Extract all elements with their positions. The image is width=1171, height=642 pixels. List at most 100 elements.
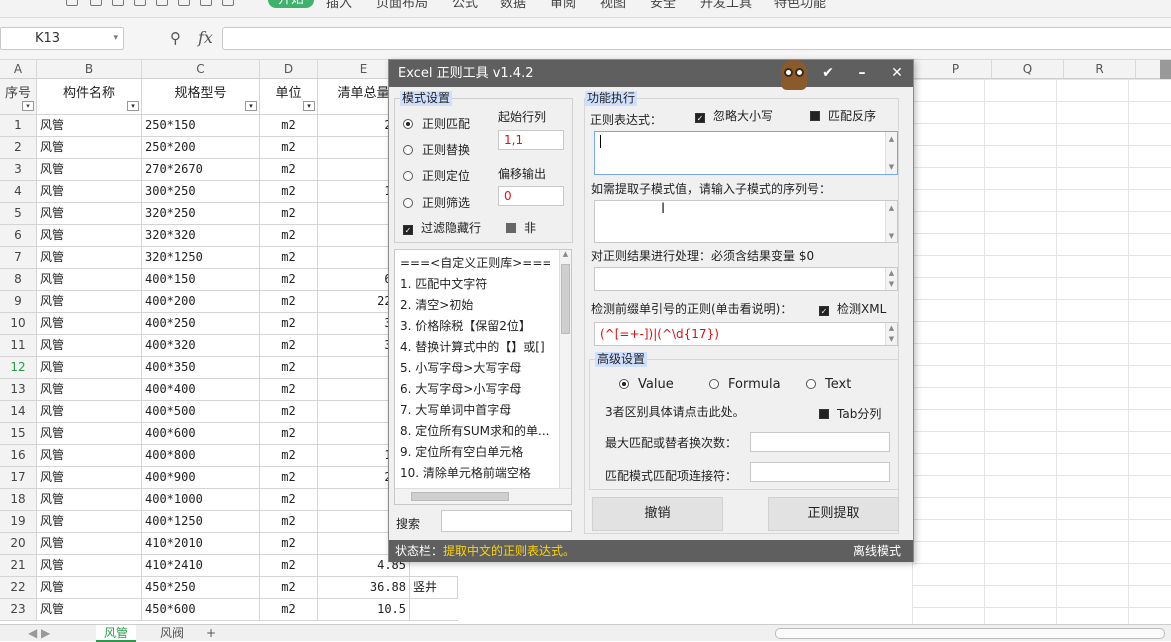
cell-unit[interactable]: m2 — [260, 335, 318, 357]
cell-spec[interactable]: 320*320 — [142, 225, 260, 247]
list-item[interactable]: 6. 大写字母>小写字母 — [400, 380, 550, 397]
more-icon[interactable] — [222, 0, 234, 6]
table-row[interactable]: 22 风管 450*250 m2 36.88 竖井 — [0, 577, 460, 599]
row-number[interactable]: 22 — [0, 577, 37, 599]
filter-icon[interactable]: ▾ — [22, 101, 34, 111]
cell-name[interactable]: 风管 — [37, 291, 142, 313]
cell-spec[interactable]: 410*2010 — [142, 533, 260, 555]
col-header-p[interactable]: P — [920, 60, 992, 79]
cell-spec[interactable]: 400*200 — [142, 291, 260, 313]
cell-name[interactable]: 风管 — [37, 467, 142, 489]
submatch-input[interactable]: ▲ ▼ — [594, 200, 898, 243]
cell-unit[interactable]: m2 — [260, 577, 318, 599]
cell-unit[interactable]: m2 — [260, 511, 318, 533]
cell-unit[interactable]: m2 — [260, 489, 318, 511]
cell-name[interactable]: 风管 — [37, 115, 142, 137]
cell-unit[interactable]: m2 — [260, 357, 318, 379]
regex-input[interactable]: ▲ ▼ — [594, 131, 898, 175]
prefix-input[interactable]: (^[=+-])|(^\d{17}) ▲ ▼ — [594, 322, 898, 346]
cell-name[interactable]: 风管 — [37, 357, 142, 379]
cell-unit[interactable]: m2 — [260, 159, 318, 181]
cell-spec[interactable]: 450*600 — [142, 599, 260, 621]
redo-icon[interactable] — [156, 0, 168, 6]
cell-unit[interactable]: m2 — [260, 445, 318, 467]
cell-unit[interactable]: m2 — [260, 203, 318, 225]
list-item[interactable]: 5. 小写字母>大写字母 — [400, 359, 550, 376]
empty-cells[interactable] — [912, 79, 1171, 625]
cell-name[interactable]: 风管 — [37, 379, 142, 401]
tab-developer[interactable]: 开发工具 — [700, 0, 752, 11]
name-box[interactable]: K13 ▾ — [0, 27, 124, 50]
cell-spec[interactable]: 400*500 — [142, 401, 260, 423]
search-input[interactable] — [441, 510, 572, 532]
cell-spec[interactable]: 400*250 — [142, 313, 260, 335]
cell-unit[interactable]: m2 — [260, 555, 318, 577]
output-value-radio[interactable]: Value — [619, 377, 674, 392]
tab-home[interactable]: 开始 — [268, 0, 315, 8]
cell-qty[interactable]: 36.88 — [318, 577, 410, 599]
regex-extract-button[interactable]: 正则提取 — [768, 497, 899, 531]
prefix-label[interactable]: 检测前缀单引号的正则(单击看说明)： — [591, 300, 792, 317]
cell-unit[interactable]: m2 — [260, 401, 318, 423]
mode-regex-locate[interactable]: 正则定位 — [403, 167, 470, 184]
format-icon[interactable] — [178, 0, 190, 6]
cell-name[interactable]: 风管 — [37, 555, 142, 577]
row-number[interactable]: 5 — [0, 203, 37, 225]
cell-unit[interactable]: m2 — [260, 247, 318, 269]
filter-icon[interactable]: ▾ — [127, 101, 139, 111]
cell-spec[interactable]: 250*150 — [142, 115, 260, 137]
cell-name[interactable]: 风管 — [37, 137, 142, 159]
regex-library-list[interactable]: ===<自定义正则库>=== 1. 匹配中文字符 2. 清空>初始 3. 价格除… — [394, 249, 572, 505]
nav-prev-icon[interactable]: ◀ ▶ — [20, 625, 58, 642]
cell-name[interactable]: 风管 — [37, 423, 142, 445]
minimize-icon[interactable]: – — [851, 60, 873, 87]
header-unit[interactable]: 单位 ▾ — [260, 79, 318, 115]
row-number[interactable]: 9 — [0, 291, 37, 313]
tab-features[interactable]: 特色功能 — [774, 0, 826, 11]
col-header-r[interactable]: R — [1064, 60, 1136, 79]
cell-unit[interactable]: m2 — [260, 467, 318, 489]
cell-name[interactable]: 风管 — [37, 335, 142, 357]
sheet-tab-valves[interactable]: 风阀 — [152, 625, 192, 642]
sheet-tab-ducts[interactable]: 风管 — [96, 625, 137, 642]
tab-insert[interactable]: 插入 — [326, 0, 352, 11]
row-number[interactable]: 7 — [0, 247, 37, 269]
tab-review[interactable]: 审阅 — [550, 0, 576, 11]
col-header-c[interactable]: C — [142, 60, 260, 79]
filter-icon[interactable]: ▾ — [245, 101, 257, 111]
joiner-input[interactable] — [750, 462, 890, 482]
cell-name[interactable]: 风管 — [37, 247, 142, 269]
cell-spec[interactable]: 320*250 — [142, 203, 260, 225]
tab-security[interactable]: 安全 — [650, 0, 676, 11]
row-number[interactable]: 11 — [0, 335, 37, 357]
filter-icon[interactable]: ▾ — [303, 101, 315, 111]
row-number[interactable]: 2 — [0, 137, 37, 159]
table-row[interactable]: 23 风管 450*600 m2 10.5 — [0, 599, 460, 621]
undo-button[interactable]: 撤销 — [592, 497, 723, 531]
tab-formula[interactable]: 公式 — [452, 0, 478, 11]
ignore-case-checkbox[interactable]: ✓ 忽略大小写 — [695, 107, 773, 124]
cell-name[interactable]: 风管 — [37, 445, 142, 467]
col-header-d[interactable]: D — [260, 60, 318, 79]
cell-unit[interactable]: m2 — [260, 291, 318, 313]
col-header-b[interactable]: B — [37, 60, 142, 79]
mode-regex-filter[interactable]: 正则筛选 — [403, 194, 470, 211]
offset-input[interactable]: 0 — [498, 186, 564, 206]
row-number[interactable]: 21 — [0, 555, 37, 577]
cell-name[interactable]: 风管 — [37, 511, 142, 533]
header-spec[interactable]: 规格型号 ▾ — [142, 79, 260, 115]
col-header-q[interactable]: Q — [992, 60, 1064, 79]
cell-name[interactable]: 风管 — [37, 577, 142, 599]
cell-spec[interactable]: 400*600 — [142, 423, 260, 445]
save-icon[interactable] — [66, 0, 78, 6]
add-sheet-icon[interactable]: + — [198, 625, 224, 642]
output-text-radio[interactable]: Text — [806, 377, 851, 392]
row-number[interactable]: 13 — [0, 379, 37, 401]
chevron-down-icon[interactable]: ▾ — [113, 28, 118, 49]
cell-unit[interactable]: m2 — [260, 269, 318, 291]
row-number[interactable]: 19 — [0, 511, 37, 533]
undo-icon[interactable] — [134, 0, 146, 6]
list-item[interactable]: 3. 价格除税【保留2位】 — [400, 317, 550, 334]
cell-name[interactable]: 风管 — [37, 489, 142, 511]
tab-data[interactable]: 数据 — [500, 0, 526, 11]
